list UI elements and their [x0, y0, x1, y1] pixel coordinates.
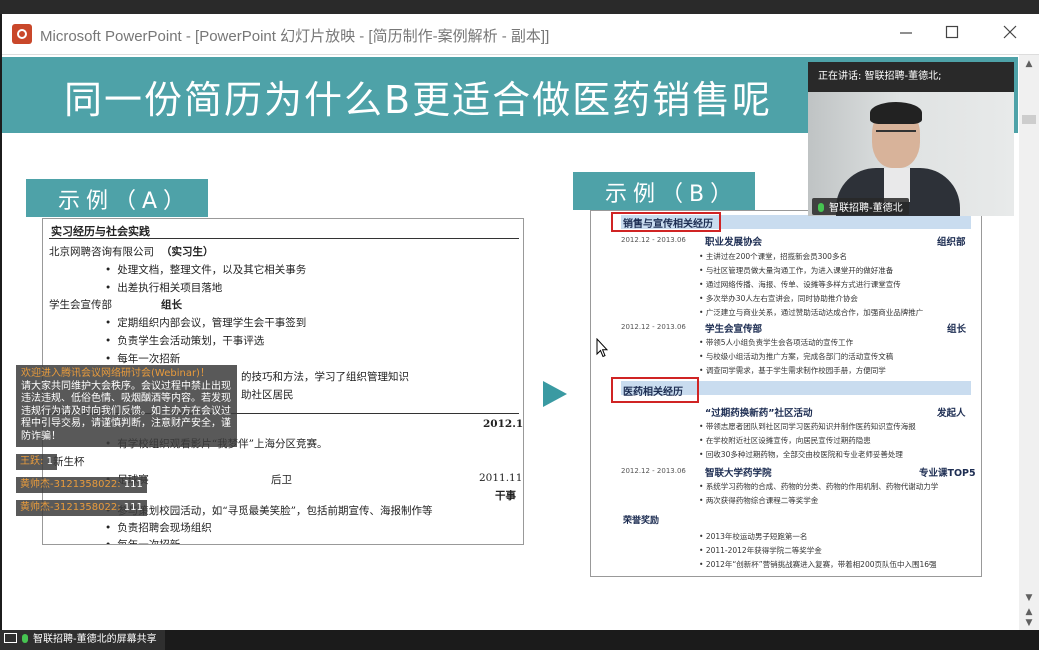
- resume-b-entry-title: 智联大学药学院: [705, 468, 772, 479]
- resume-b-line: • 与社区管理员做大量沟通工作，为进入课堂开的做好准备: [699, 266, 894, 275]
- chat-text: 1: [46, 456, 53, 467]
- resume-b-line: • 2013年校运动男子短跑第一名: [699, 532, 808, 541]
- resume-b-date: 2012.12 - 2013.06: [621, 323, 686, 331]
- microphone-icon: [22, 634, 28, 643]
- scroll-up-icon[interactable]: ▲: [1019, 57, 1039, 71]
- microphone-icon: [818, 203, 824, 212]
- resume-a-line: 定期组织内部会议，管理学生会干事签到: [105, 315, 306, 330]
- resume-b-line: • 通过网络传播、海报、传单、设摊等多样方式进行课堂宣传: [699, 280, 901, 289]
- speaking-indicator: 正在讲话: 智联招聘-董德北;: [808, 62, 1014, 92]
- resume-b-entry-role: 组织部: [937, 237, 966, 248]
- mouse-cursor-icon: [596, 338, 608, 358]
- chat-message: 黄帅杰-3121358022: 111: [16, 500, 147, 516]
- resume-a-line: 参与策划校园活动，如“寻觅最美笑脸”，包括前期宣传、海报制作等: [105, 503, 432, 518]
- resume-b-line: • 与校级小组活动为推广方案，完成各部门的活动宣传文稿: [699, 352, 894, 361]
- resume-b: 销售与宣传相关经历 2012.12 - 2013.06 职业发展协会 组织部 •…: [590, 210, 982, 577]
- powerpoint-app-icon: [12, 24, 32, 44]
- resume-b-section-title: 销售与宣传相关经历: [623, 219, 713, 230]
- title-bar: Microsoft PowerPoint - [PowerPoint 幻灯片放映…: [2, 14, 1039, 55]
- video-name: 智联招聘-董德北: [829, 203, 903, 214]
- scroll-down-icon[interactable]: ▼: [1019, 591, 1039, 605]
- chat-user: 黄帅杰-3121358022:: [20, 479, 121, 490]
- resume-a-line: 负责招聘会现场组织: [105, 520, 212, 535]
- chat-text: 111: [123, 479, 143, 490]
- resume-b-date: 2012.12 - 2013.06: [621, 236, 686, 244]
- example-b-label: 示例（B）: [573, 172, 755, 210]
- resume-a-line: 出差执行相关项目落地: [105, 280, 222, 295]
- resume-a-line: 助社区居民: [241, 389, 294, 401]
- resume-b-section-title: 荣誉奖励: [623, 516, 660, 526]
- chat-user: 王跃:: [20, 456, 44, 467]
- resume-b-line: • 系统学习药物的合成、药物的分类、药物的作用机制、药物代谢动力学: [699, 482, 939, 491]
- resume-b-line: • 调查同学需求，基于学生需求制作校园手册，方便同学: [699, 366, 886, 375]
- right-arrow-icon: [543, 381, 567, 407]
- resume-a-line: 的技巧和方法，学习了组织管理知识: [241, 371, 409, 383]
- meeting-notice: 欢迎进入腾讯会议网络研讨会(Webinar)！ 请大家共同维护大会秩序。会议过程…: [16, 365, 237, 447]
- resume-a-rule: [49, 238, 519, 239]
- speaker-video-panel[interactable]: 正在讲话: 智联招聘-董德北; 智联招聘-董德北: [808, 62, 1014, 216]
- resume-a-section-heading: 实习经历与社会实践: [51, 225, 150, 238]
- close-icon: [1003, 25, 1017, 39]
- resume-b-line: • 主讲过在200个课堂，招揽新会员300多名: [699, 252, 847, 261]
- window-title: Microsoft PowerPoint - [PowerPoint 幻灯片放映…: [40, 28, 550, 45]
- resume-b-entry-role: 专业课TOP5: [919, 468, 976, 479]
- resume-a-line: 2011.11: [479, 472, 523, 484]
- resume-a-line: 干事: [495, 490, 516, 502]
- speaker-shirt: [884, 168, 910, 202]
- resume-a-line: （实习生）: [161, 246, 214, 258]
- resume-a-line: 每年一次招新: [105, 351, 180, 366]
- resume-b-line: • 在学校附近社区设摊宣传，向居民宣传过期药隐患: [699, 436, 871, 445]
- example-a-label: 示例（A）: [26, 179, 208, 217]
- resume-b-line: • 多次举办30人左右宣讲会，同时协助推介协会: [699, 294, 858, 303]
- resume-a-line: 组长: [161, 299, 182, 311]
- video-name-tag: 智联招聘-董德北: [812, 198, 909, 215]
- resume-a-line: 后卫: [271, 474, 292, 486]
- slide-title: 同一份简历为什么B更适合做医药销售呢: [64, 78, 773, 122]
- resume-b-line: • 两次获得药物综合课程二等奖学金: [699, 496, 819, 505]
- resume-b-line: • 2011-2012年获得学院二等奖学金: [699, 546, 822, 555]
- maximize-button[interactable]: [938, 22, 966, 46]
- resume-b-entry-title: 职业发展协会: [705, 237, 763, 248]
- resume-b-line: • 带领志愿者团队到社区同学习医药知识并制作医药知识宣传海报: [699, 422, 916, 431]
- meeting-notice-body: 请大家共同维护大会秩序。会议过程中禁止出现违法违规、低俗色情、吸烟酗酒等内容。若…: [21, 380, 231, 442]
- resume-a-line: 2012.10: [483, 418, 524, 430]
- resume-a-line: 每年一次招新: [105, 537, 180, 544]
- speaker-glasses: [876, 130, 916, 140]
- resume-b-date: 2012.12 - 2013.06: [621, 467, 686, 475]
- vertical-scrollbar[interactable]: ▲ ▼ ▲ ▼: [1019, 55, 1039, 630]
- resume-b-entry-title: “过期药换新药”社区活动: [705, 408, 813, 419]
- resume-b-line: • 2012年“创新杯”营销挑战赛进入复赛，带着相200页队伍中入围16强: [699, 560, 937, 569]
- resume-a-line: 新生杯: [53, 456, 85, 468]
- chat-message: 王跃: 1: [16, 454, 57, 470]
- resume-b-section-title: 医药相关经历: [623, 387, 683, 398]
- resume-a-line: 负责学生会活动策划，干事评选: [105, 333, 264, 348]
- chat-message: 黄帅杰-3121358022: 111: [16, 477, 147, 493]
- resume-a-line: 处理文档，整理文件，以及其它相关事务: [105, 262, 306, 277]
- chat-text: 111: [123, 502, 143, 513]
- minimize-button[interactable]: [892, 22, 920, 46]
- resume-b-entry-role: 组长: [947, 324, 967, 335]
- scrollbar-thumb[interactable]: [1022, 115, 1036, 124]
- bottom-bar: 智联招聘-董德北的屏幕共享: [0, 630, 1039, 650]
- screen-share-label: 智联招聘-董德北的屏幕共享: [33, 634, 157, 645]
- resume-b-entry-title: 学生会宣传部: [705, 324, 763, 335]
- page-down-icon[interactable]: ▼: [1019, 616, 1039, 630]
- resume-b-entry-role: 发起人: [937, 408, 966, 419]
- speaker-hair: [870, 102, 922, 124]
- resume-a-line: 北京网聘咨询有限公司: [49, 246, 154, 258]
- resume-b-line: • 带领5人小组负责学生会各项活动的宣传工作: [699, 338, 854, 347]
- meeting-notice-head: 欢迎进入腾讯会议网络研讨会(Webinar)！: [21, 368, 210, 379]
- close-button[interactable]: [996, 22, 1024, 46]
- maximize-icon: [945, 25, 959, 39]
- screen-share-indicator[interactable]: 智联招聘-董德北的屏幕共享: [0, 630, 165, 650]
- screen-share-icon: [4, 633, 17, 643]
- resume-b-line: • 广泛建立与商业关系，通过赞助活动达成合作，加强商业品牌推广: [699, 308, 924, 317]
- chat-user: 黄帅杰-3121358022:: [20, 502, 121, 513]
- minimize-icon: [900, 32, 912, 34]
- resume-a-line: 学生会宣传部: [49, 299, 112, 311]
- top-strip: [0, 0, 1039, 14]
- resume-b-line: • 回收30多种过期药物，全部交由校医院和专业老师妥善处理: [699, 450, 903, 459]
